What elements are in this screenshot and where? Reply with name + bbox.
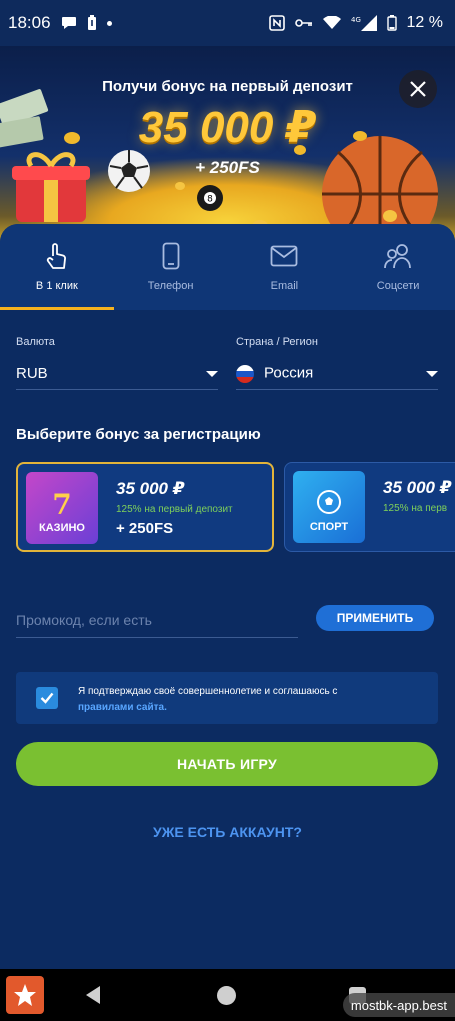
- nfc-icon: [268, 15, 285, 31]
- close-icon: [410, 81, 426, 97]
- tap-icon: [45, 242, 69, 270]
- signal-icon: 4G: [351, 15, 377, 31]
- casino-badge-label: КАЗИНО: [39, 522, 85, 534]
- start-game-button[interactable]: НАЧАТЬ ИГРУ: [16, 742, 438, 786]
- promo-banner: 8 Получи бонус на первый депозит 35 000 …: [0, 46, 455, 246]
- users-icon: [384, 242, 412, 270]
- status-bar: 18:06 4G 12 %: [0, 0, 455, 46]
- battery-icon: [386, 15, 397, 31]
- watermark: mostbk-app.best: [342, 993, 455, 1017]
- chevron-down-icon: [426, 370, 438, 377]
- casino-bonus-desc: 125% на первый депозит: [116, 504, 233, 515]
- lucky-seven-icon: 7: [52, 488, 71, 518]
- country-value: Россия: [264, 365, 314, 383]
- casino-bonus-image: 7 КАЗИНО: [26, 472, 98, 544]
- bonus-card-sport[interactable]: СПОРТ 35 000 ₽ 125% на перв: [284, 462, 455, 552]
- bonus-card-casino[interactable]: 7 КАЗИНО 35 000 ₽ 125% на первый депозит…: [16, 462, 274, 552]
- casino-bonus-fs: + 250FS: [116, 520, 174, 537]
- russia-flag-icon: [236, 364, 254, 383]
- chat-notification-icon: [61, 16, 77, 30]
- registration-panel: В 1 клик Телефон Email Соцсети Валюта RU…: [0, 224, 455, 969]
- promo-code-input[interactable]: Промокод, если есть: [16, 602, 298, 638]
- banner-subtitle: Получи бонус на первый депозит: [102, 78, 353, 95]
- status-time: 18:06: [8, 13, 51, 32]
- svg-text:7: 7: [52, 488, 71, 518]
- battery-percent: 12 %: [406, 14, 443, 31]
- tab-email[interactable]: Email: [228, 224, 342, 310]
- svg-text:4G: 4G: [351, 16, 361, 24]
- close-banner-button[interactable]: [399, 70, 437, 108]
- checkmark-icon: [40, 692, 54, 704]
- sport-bonus-desc: 125% на перв: [383, 503, 448, 514]
- sport-bonus-image: СПОРТ: [293, 471, 365, 543]
- mail-icon: [270, 242, 298, 270]
- tab-phone[interactable]: Телефон: [114, 224, 228, 310]
- tab-label: Соцсети: [376, 280, 420, 292]
- soccer-ball-icon: [317, 490, 341, 514]
- home-icon[interactable]: [217, 986, 236, 1005]
- app-shortcut-icon[interactable]: [6, 976, 44, 1014]
- notification-dot-icon: [106, 20, 112, 26]
- apply-promo-button[interactable]: ПРИМЕНИТЬ: [316, 605, 434, 631]
- tab-one-click[interactable]: В 1 клик: [0, 224, 114, 310]
- sport-bonus-amount: 35 000 ₽: [383, 478, 452, 497]
- wifi-icon: [322, 16, 341, 30]
- registration-tabs: В 1 клик Телефон Email Соцсети: [0, 224, 455, 310]
- sport-badge-label: СПОРТ: [309, 521, 349, 533]
- consent-text-main: Я подтверждаю своё совершеннолетие и сог…: [78, 686, 338, 697]
- consent-text: Я подтверждаю своё совершеннолетие и сог…: [78, 684, 337, 716]
- bonus-section-title: Выберите бонус за регистрацию: [16, 426, 261, 443]
- tab-social[interactable]: Соцсети: [341, 224, 455, 310]
- consent-checkbox[interactable]: [36, 687, 58, 709]
- promo-placeholder: Промокод, если есть: [16, 611, 152, 628]
- battery-alert-icon: [87, 15, 97, 31]
- back-icon[interactable]: [86, 986, 100, 1004]
- tab-label: В 1 клик: [35, 280, 78, 292]
- system-nav-bar: mostbk-app.best: [0, 969, 455, 1021]
- chevron-down-icon: [206, 370, 218, 377]
- phone-icon: [162, 242, 180, 270]
- star-icon: [14, 984, 36, 1006]
- currency-select[interactable]: RUB: [16, 358, 218, 390]
- tab-label: Телефон: [147, 280, 194, 292]
- tab-label: Email: [270, 280, 299, 292]
- banner-amount: 35 000 ₽: [138, 103, 317, 152]
- currency-label: Валюта: [16, 336, 55, 348]
- key-icon: [294, 18, 313, 28]
- country-select[interactable]: Россия: [236, 358, 438, 390]
- have-account-link[interactable]: УЖЕ ЕСТЬ АККАУНТ?: [0, 824, 455, 840]
- consent-box: Я подтверждаю своё совершеннолетие и сог…: [16, 672, 438, 724]
- currency-value: RUB: [16, 365, 48, 382]
- casino-bonus-amount: 35 000 ₽: [116, 479, 185, 498]
- banner-free-spins: + 250FS: [195, 158, 260, 177]
- rules-link[interactable]: правилами сайта.: [78, 702, 167, 713]
- country-label: Страна / Регион: [236, 336, 318, 348]
